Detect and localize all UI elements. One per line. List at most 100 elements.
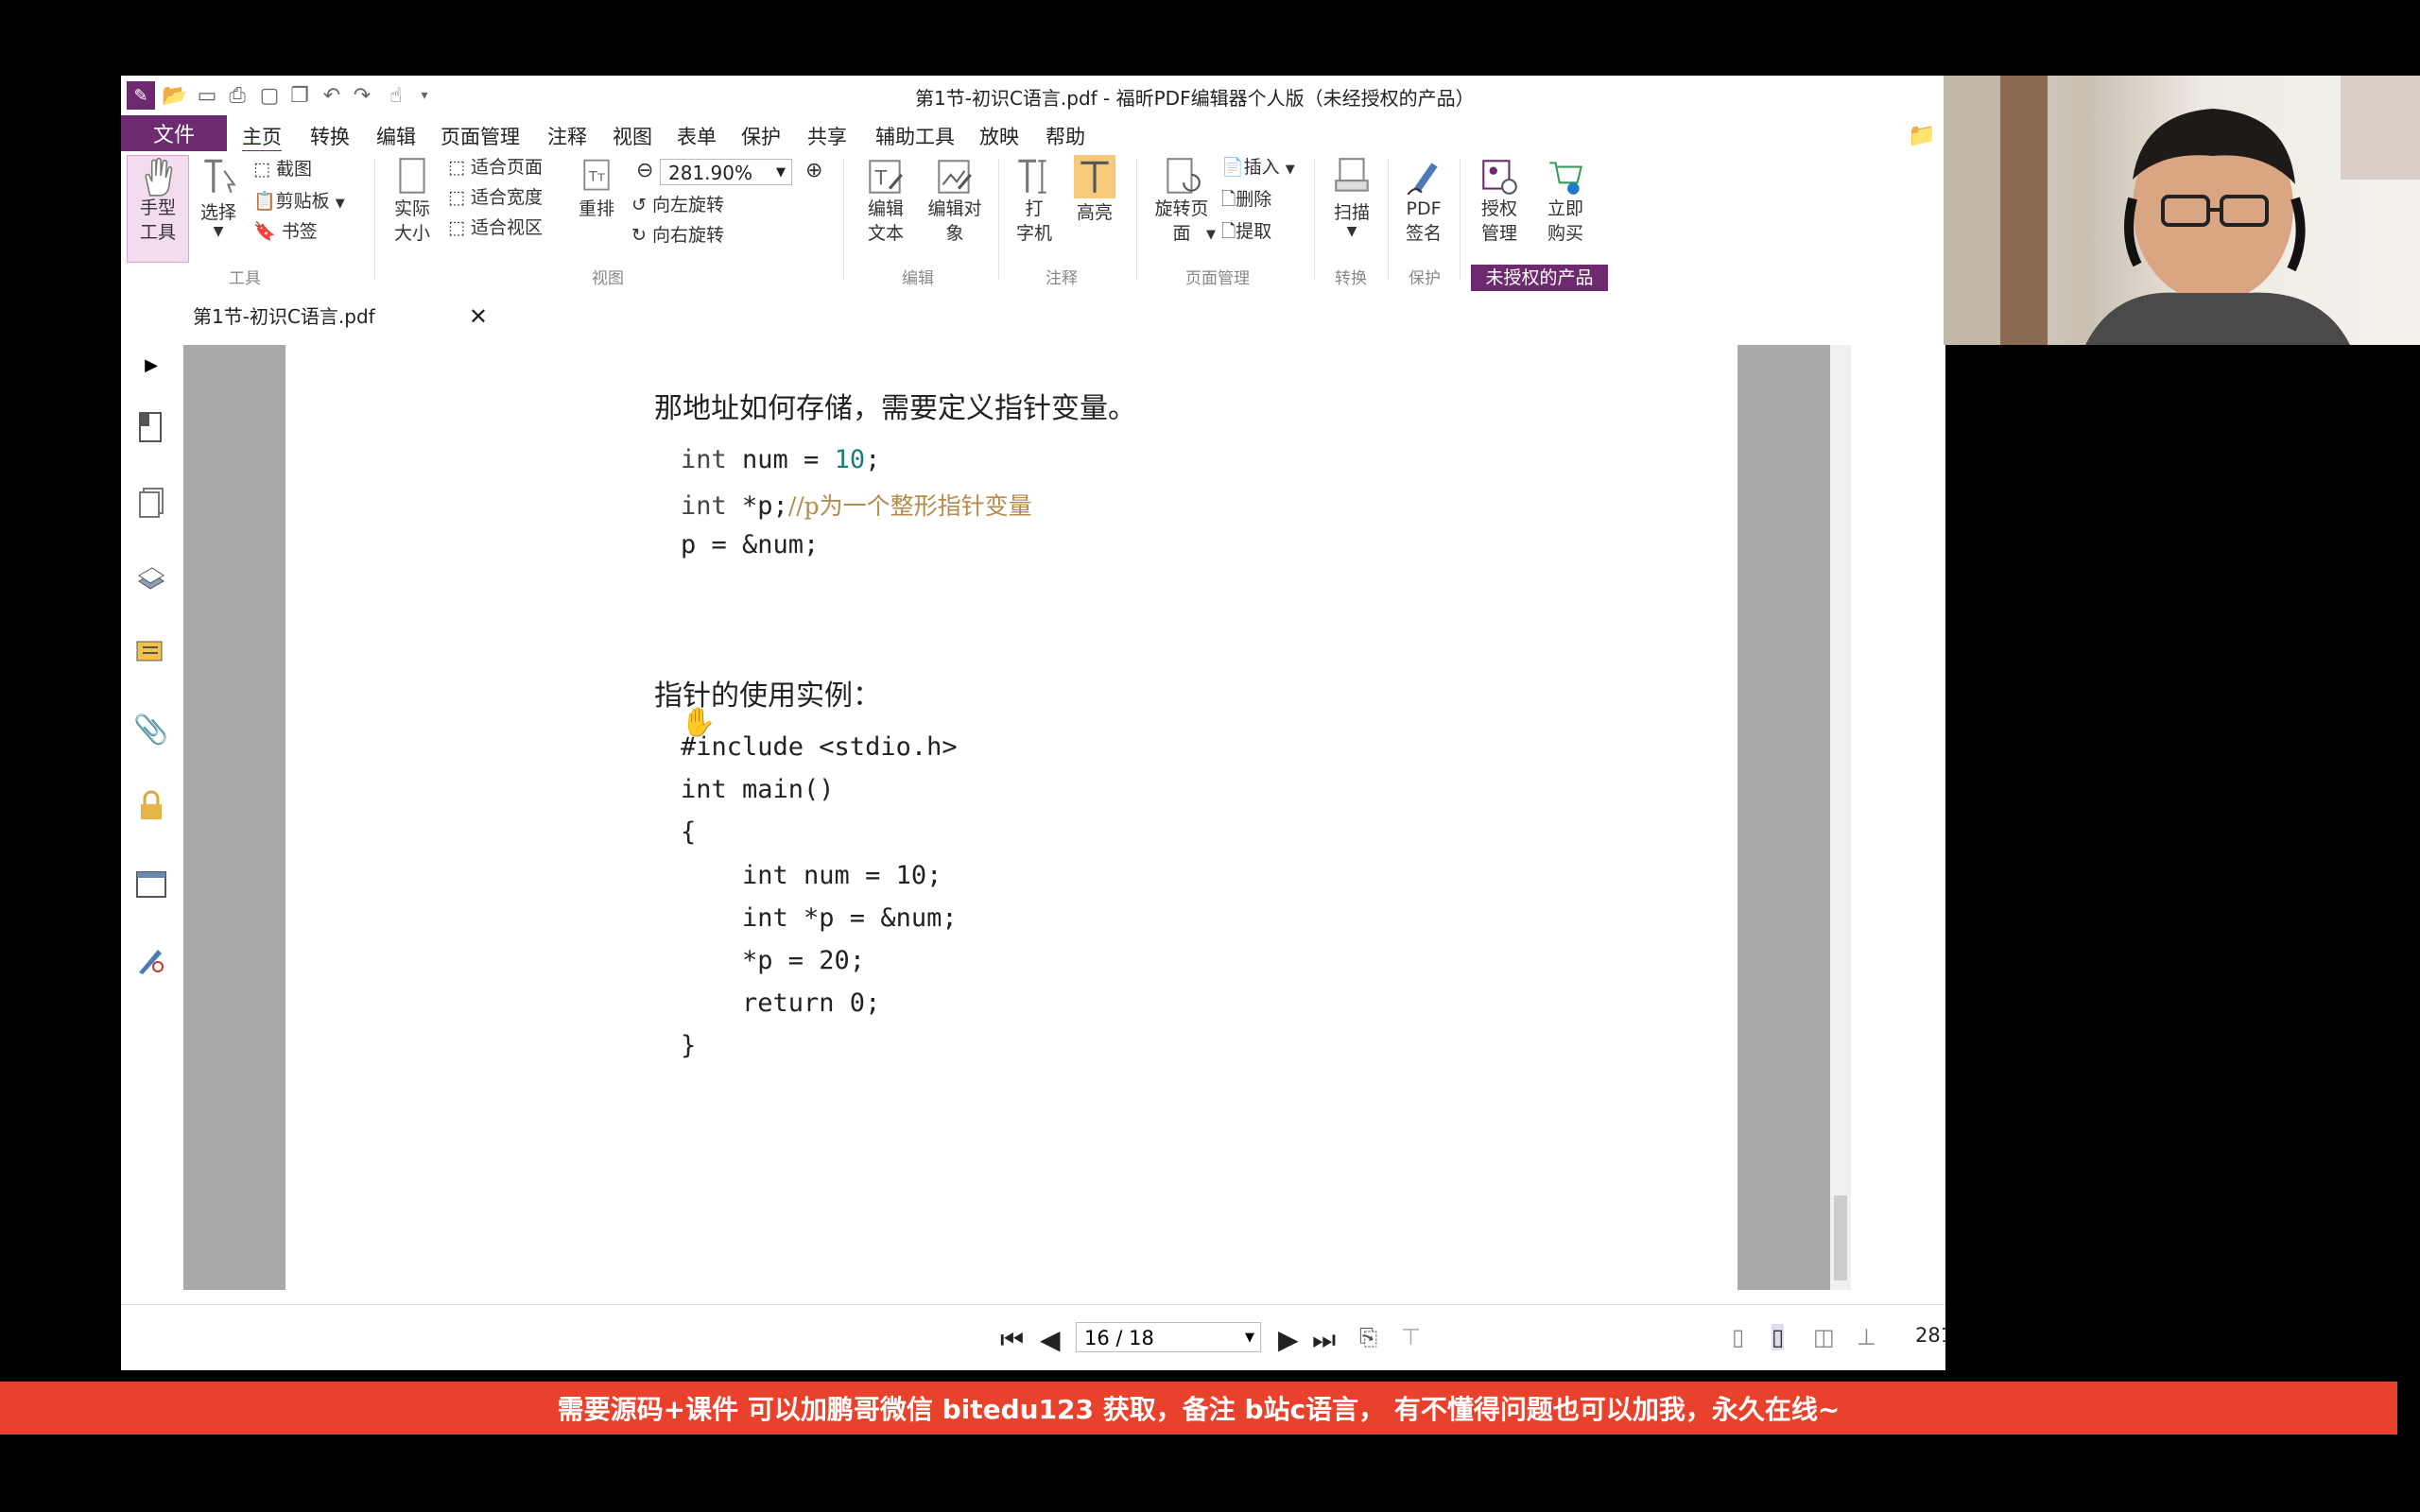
- svg-text:Tт: Tт: [588, 169, 606, 184]
- lock-icon[interactable]: [132, 786, 170, 824]
- form-fields-panel-icon[interactable]: [132, 866, 170, 903]
- copy-icon[interactable]: ❐: [285, 81, 314, 110]
- zoom-out-icon[interactable]: ⊖: [636, 159, 653, 183]
- paperclip-icon[interactable]: 📎: [132, 711, 170, 748]
- protect-group-label: 保护: [1409, 269, 1441, 288]
- tab-edit[interactable]: 编辑: [376, 122, 416, 150]
- chevron-down-icon: ▼: [335, 197, 345, 211]
- zoom-status-value[interactable]: 281.90%: [1915, 1324, 1945, 1347]
- delete-button[interactable]: 🗋删除: [1221, 187, 1271, 212]
- convert-group-label: 转换: [1335, 269, 1367, 288]
- single-page-icon[interactable]: ▯: [1732, 1324, 1744, 1350]
- document-tab[interactable]: 第1节-初识C语言.pdf ✕: [187, 293, 495, 340]
- tab-comment[interactable]: 注释: [547, 122, 587, 150]
- buy-now-button[interactable]: 立即 购买: [1535, 155, 1596, 246]
- tab-share[interactable]: 共享: [807, 122, 847, 150]
- continuous-page-icon[interactable]: ▯: [1772, 1324, 1785, 1350]
- redo-icon[interactable]: ↷: [348, 81, 376, 110]
- typewriter-button[interactable]: 打 字机: [1006, 155, 1063, 246]
- code-number: 10: [834, 445, 866, 474]
- edit-text-button[interactable]: T 编辑 文本: [855, 155, 917, 246]
- delete-label: 删除: [1236, 189, 1272, 210]
- reflow-button[interactable]: Tт 重排: [571, 157, 622, 221]
- highlight-button[interactable]: 高亮: [1066, 155, 1123, 225]
- tab-view[interactable]: 视图: [613, 122, 652, 150]
- comments-panel-icon[interactable]: [132, 635, 170, 673]
- code-text: ;: [865, 445, 881, 474]
- last-page-icon[interactable]: ⏭: [1312, 1324, 1336, 1356]
- page-number-input[interactable]: 16 / 18 ▼: [1076, 1322, 1261, 1352]
- previous-view-icon[interactable]: ⎘: [1359, 1324, 1377, 1350]
- tab-form[interactable]: 表单: [677, 122, 717, 150]
- fit-view-button[interactable]: ⬚ 适合视区: [448, 215, 543, 240]
- rotate-right-button[interactable]: ↻ 向右旋转: [631, 223, 724, 248]
- next-page-icon[interactable]: ▶: [1278, 1324, 1299, 1355]
- divider: [374, 159, 375, 280]
- open-icon[interactable]: 📂: [161, 81, 189, 110]
- vertical-scrollbar[interactable]: [1830, 345, 1851, 1290]
- quick-access-dropdown-icon[interactable]: ▾: [410, 81, 439, 110]
- rotate-page-button[interactable]: 旋转页 面 ▼: [1144, 155, 1219, 246]
- buy-now-label: 立即 购买: [1547, 198, 1583, 244]
- facing-pages-icon[interactable]: ◫: [1813, 1324, 1835, 1350]
- insert-icon: 📄: [1221, 157, 1244, 178]
- zoom-input[interactable]: 281.90% ▼: [660, 159, 792, 185]
- license-management-button[interactable]: 授权 管理: [1469, 155, 1530, 246]
- folder-icon[interactable]: 📁: [1908, 122, 1936, 148]
- continuous-facing-icon[interactable]: ⊥: [1857, 1324, 1876, 1350]
- svg-text:T: T: [874, 166, 888, 189]
- hand-tool-label: 手型 工具: [139, 198, 176, 243]
- bookmarks-panel-icon[interactable]: [132, 408, 170, 446]
- scrollbar-thumb[interactable]: [1834, 1195, 1847, 1280]
- pdf-sign-button[interactable]: PDF 签名: [1397, 155, 1450, 246]
- code-keyword: int: [681, 445, 727, 474]
- insert-button[interactable]: 📄插入 ▼: [1221, 155, 1295, 182]
- menu-file[interactable]: 文件: [121, 115, 227, 151]
- expand-panel-icon[interactable]: ▶: [132, 346, 170, 384]
- fit-width-button[interactable]: ⬚ 适合宽度: [448, 185, 543, 210]
- divider: [998, 159, 999, 280]
- tab-page-management[interactable]: 页面管理: [441, 122, 520, 150]
- save-icon[interactable]: ▭: [193, 81, 221, 110]
- code-line: int *p;//p为一个整形指针变量: [681, 488, 1032, 522]
- print-icon[interactable]: ⎙: [223, 81, 251, 110]
- hand-tool-button[interactable]: 手型 工具: [127, 155, 189, 263]
- clipboard-button[interactable]: 📋剪贴板 ▼: [253, 189, 345, 216]
- hand-quick-icon[interactable]: ☝: [382, 81, 410, 110]
- zoom-in-icon[interactable]: ⊕: [805, 159, 822, 183]
- tab-convert[interactable]: 转换: [310, 122, 350, 150]
- unlicensed-product-badge[interactable]: 未授权的产品: [1471, 265, 1608, 291]
- select-button[interactable]: 选择 ▼: [193, 155, 244, 238]
- tab-help[interactable]: 帮助: [1046, 122, 1085, 150]
- code-line: return 0;: [681, 988, 881, 1018]
- signature-panel-icon[interactable]: [132, 941, 170, 979]
- tab-home[interactable]: 主页: [242, 122, 282, 153]
- insert-label: 插入: [1243, 157, 1280, 178]
- rotate-left-button[interactable]: ↺ 向左旋转: [631, 193, 724, 217]
- pages-panel-icon[interactable]: [132, 484, 170, 522]
- new-window-icon[interactable]: ▢: [255, 81, 284, 110]
- scan-icon: [1335, 158, 1369, 192]
- code-line: #include <stdio.h>: [681, 732, 958, 762]
- next-view-icon[interactable]: ⊤: [1401, 1324, 1421, 1350]
- first-page-icon[interactable]: ⏮: [1000, 1324, 1024, 1356]
- bookmark-label: 书签: [281, 221, 318, 242]
- scan-button[interactable]: 扫描 ▼: [1323, 155, 1380, 238]
- edit-object-button[interactable]: 编辑对 象: [921, 155, 989, 246]
- actual-size-button[interactable]: 实际 大小: [386, 155, 439, 246]
- tab-slideshow[interactable]: 放映: [979, 122, 1019, 150]
- tab-accessibility[interactable]: 辅助工具: [875, 122, 955, 150]
- bookmark-button[interactable]: 🔖 书签: [253, 219, 318, 244]
- bookmark-icon: 🔖: [253, 221, 276, 242]
- layers-panel-icon[interactable]: [132, 559, 170, 597]
- tab-protect[interactable]: 保护: [741, 122, 781, 150]
- close-icon[interactable]: ✕: [469, 293, 488, 340]
- extract-button[interactable]: 🗋提取: [1221, 219, 1271, 244]
- promo-banner: 需要源码+课件 可以加鹏哥微信 bitedu123 获取，备注 b站c语言， 有…: [0, 1382, 2397, 1435]
- screenshot-button[interactable]: ⬚ 截图: [253, 157, 312, 181]
- app-logo-icon[interactable]: ✎: [127, 81, 155, 110]
- fit-page-button[interactable]: ⬚ 适合页面: [448, 155, 543, 180]
- reflow-icon: Tт: [583, 159, 610, 191]
- undo-icon[interactable]: ↶: [318, 81, 346, 110]
- previous-page-icon[interactable]: ◀: [1040, 1324, 1061, 1355]
